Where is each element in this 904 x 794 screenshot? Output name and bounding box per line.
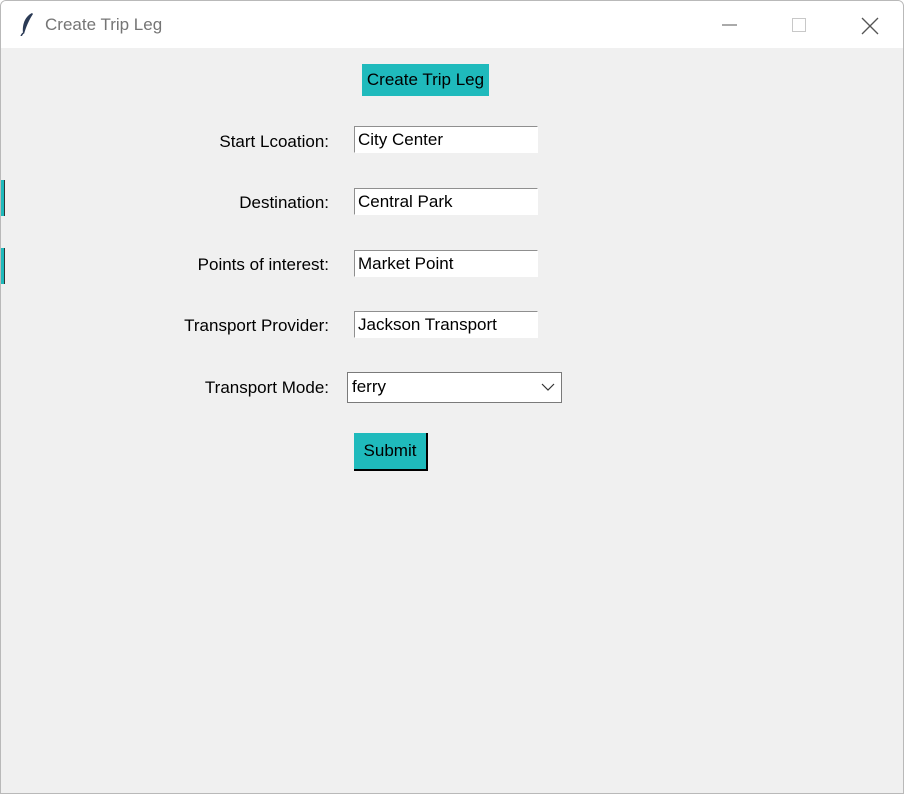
close-icon xyxy=(861,17,879,35)
points-of-interest-label: Points of interest: xyxy=(197,255,329,274)
close-button[interactable] xyxy=(834,1,903,48)
form-area: Create Trip Leg Start Lcoation: City Cen… xyxy=(1,48,903,793)
submit-button[interactable]: Submit xyxy=(354,433,428,471)
feather-icon xyxy=(20,13,33,36)
points-of-interest-input[interactable]: Market Point xyxy=(354,250,538,277)
minimize-button[interactable] xyxy=(694,1,764,48)
maximize-button[interactable] xyxy=(764,1,834,48)
title-bar[interactable]: Create Trip Leg xyxy=(1,1,903,48)
background-window-edge xyxy=(1,180,5,216)
create-trip-leg-heading[interactable]: Create Trip Leg xyxy=(362,64,489,96)
background-window-edge xyxy=(1,248,5,284)
start-location-label: Start Lcoation: xyxy=(219,132,329,151)
chevron-down-icon[interactable] xyxy=(541,382,555,392)
transport-provider-label: Transport Provider: xyxy=(184,316,329,335)
destination-label: Destination: xyxy=(239,193,329,212)
window-title: Create Trip Leg xyxy=(45,15,163,34)
maximize-icon xyxy=(792,18,806,32)
transport-mode-value: ferry xyxy=(352,377,386,396)
transport-mode-select[interactable]: ferry xyxy=(347,372,562,403)
start-location-input[interactable]: City Center xyxy=(354,126,538,153)
app-window: Create Trip Leg Create Trip Leg Start Lc… xyxy=(0,0,904,794)
transport-provider-input[interactable]: Jackson Transport xyxy=(354,311,538,338)
destination-input[interactable]: Central Park xyxy=(354,188,538,215)
minimize-icon xyxy=(722,24,737,26)
transport-mode-label: Transport Mode: xyxy=(204,378,329,397)
